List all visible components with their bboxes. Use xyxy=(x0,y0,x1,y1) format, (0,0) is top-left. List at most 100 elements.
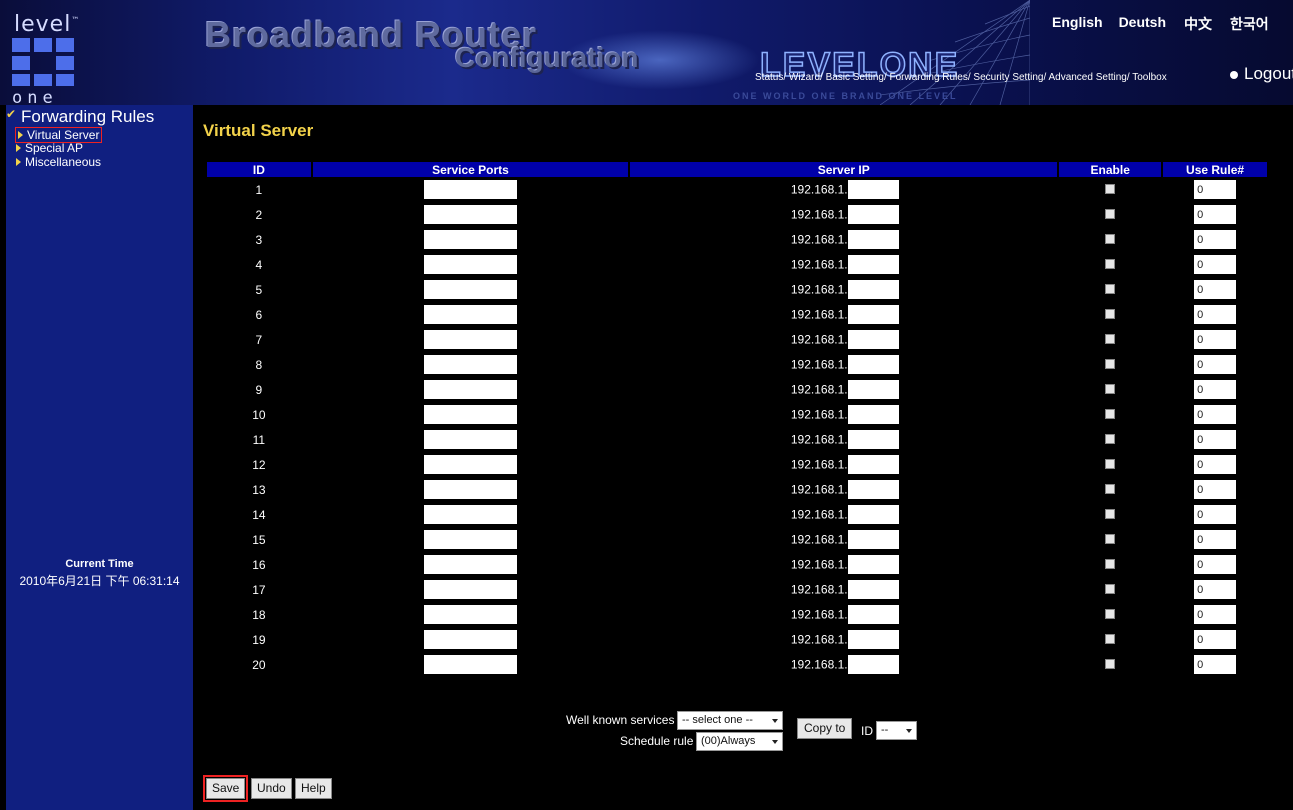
copy-id-select[interactable]: -- xyxy=(876,721,917,740)
use-rule-input[interactable] xyxy=(1194,430,1237,449)
lang-deutsch[interactable]: Deutsh xyxy=(1119,14,1166,34)
enable-checkbox[interactable] xyxy=(1105,558,1116,569)
use-rule-input[interactable] xyxy=(1194,205,1237,224)
ip-prefix: 192.168.1. xyxy=(790,482,848,497)
enable-checkbox[interactable] xyxy=(1105,508,1116,519)
server-ip-input[interactable] xyxy=(847,355,899,374)
logout-link[interactable]: Logout xyxy=(1230,64,1293,84)
server-ip-input[interactable] xyxy=(847,630,899,649)
use-rule-input[interactable] xyxy=(1194,230,1237,249)
enable-checkbox[interactable] xyxy=(1105,633,1116,644)
use-rule-input[interactable] xyxy=(1194,255,1237,274)
service-ports-input[interactable] xyxy=(423,630,517,649)
server-ip-input[interactable] xyxy=(847,255,899,274)
server-ip-input[interactable] xyxy=(847,330,899,349)
service-ports-input[interactable] xyxy=(423,230,517,249)
service-ports-input[interactable] xyxy=(423,405,517,424)
server-ip-input[interactable] xyxy=(847,655,899,674)
server-ip-input[interactable] xyxy=(847,555,899,574)
enable-checkbox[interactable] xyxy=(1105,308,1116,319)
help-button[interactable]: Help xyxy=(295,778,332,799)
undo-button[interactable]: Undo xyxy=(251,778,292,799)
sidebar-item-miscellaneous[interactable]: Miscellaneous xyxy=(16,155,101,169)
server-ip-input[interactable] xyxy=(847,405,899,424)
enable-checkbox[interactable] xyxy=(1105,483,1116,494)
server-ip-input[interactable] xyxy=(847,455,899,474)
service-ports-input[interactable] xyxy=(423,605,517,624)
use-rule-input[interactable] xyxy=(1194,580,1237,599)
service-ports-input[interactable] xyxy=(423,305,517,324)
enable-checkbox[interactable] xyxy=(1105,583,1116,594)
service-ports-input[interactable] xyxy=(423,205,517,224)
enable-checkbox[interactable] xyxy=(1105,283,1116,294)
enable-checkbox[interactable] xyxy=(1105,433,1116,444)
service-ports-input[interactable] xyxy=(423,355,517,374)
use-rule-input[interactable] xyxy=(1194,605,1237,624)
table-row: 4 192.168.1. xyxy=(207,252,1267,277)
use-rule-input[interactable] xyxy=(1194,380,1237,399)
use-rule-input[interactable] xyxy=(1194,480,1237,499)
service-ports-input[interactable] xyxy=(423,280,517,299)
service-ports-input[interactable] xyxy=(423,180,517,199)
use-rule-input[interactable] xyxy=(1194,505,1237,524)
server-ip-input[interactable] xyxy=(847,380,899,399)
use-rule-input[interactable] xyxy=(1194,330,1237,349)
enable-checkbox[interactable] xyxy=(1105,458,1116,469)
enable-checkbox[interactable] xyxy=(1105,333,1116,344)
server-ip-input[interactable] xyxy=(847,280,899,299)
use-rule-input[interactable] xyxy=(1194,655,1237,674)
enable-checkbox[interactable] xyxy=(1105,358,1116,369)
enable-checkbox[interactable] xyxy=(1105,383,1116,394)
server-ip-input[interactable] xyxy=(847,605,899,624)
server-ip-input[interactable] xyxy=(847,305,899,324)
server-ip-input[interactable] xyxy=(847,480,899,499)
service-ports-input[interactable] xyxy=(423,655,517,674)
server-ip-input[interactable] xyxy=(847,230,899,249)
lang-korean[interactable]: 한국어 xyxy=(1230,14,1269,34)
service-ports-input[interactable] xyxy=(423,480,517,499)
copy-to-button[interactable]: Copy to xyxy=(797,718,853,739)
well-known-services-select[interactable]: -- select one -- xyxy=(677,711,783,730)
service-ports-input[interactable] xyxy=(423,255,517,274)
service-ports-input[interactable] xyxy=(423,455,517,474)
save-button[interactable]: Save xyxy=(202,775,249,802)
server-ip-cell: 192.168.1. xyxy=(630,552,1057,577)
table-row: 16 192.168.1. xyxy=(207,552,1267,577)
sidebar-item-special-ap[interactable]: Special AP xyxy=(16,141,83,155)
use-rule-input[interactable] xyxy=(1194,530,1237,549)
enable-checkbox[interactable] xyxy=(1105,658,1116,669)
use-rule-input[interactable] xyxy=(1194,280,1237,299)
enable-checkbox[interactable] xyxy=(1105,408,1116,419)
server-ip-input[interactable] xyxy=(847,505,899,524)
server-ip-input[interactable] xyxy=(847,205,899,224)
service-ports-input[interactable] xyxy=(423,505,517,524)
enable-checkbox[interactable] xyxy=(1105,258,1116,269)
service-ports-input[interactable] xyxy=(423,530,517,549)
enable-checkbox[interactable] xyxy=(1105,533,1116,544)
top-nav[interactable]: Status/ Wizard/ Basic Setting/ Forwardin… xyxy=(755,72,1167,83)
service-ports-input[interactable] xyxy=(423,380,517,399)
service-ports-input[interactable] xyxy=(423,330,517,349)
schedule-rule-select[interactable]: (00)Always xyxy=(696,732,783,751)
server-ip-input[interactable] xyxy=(847,530,899,549)
use-rule-input[interactable] xyxy=(1194,455,1237,474)
use-rule-input[interactable] xyxy=(1194,355,1237,374)
use-rule-input[interactable] xyxy=(1194,405,1237,424)
use-rule-input[interactable] xyxy=(1194,180,1237,199)
server-ip-input[interactable] xyxy=(847,580,899,599)
service-ports-input[interactable] xyxy=(423,580,517,599)
service-ports-input[interactable] xyxy=(423,430,517,449)
server-ip-input[interactable] xyxy=(847,430,899,449)
use-rule-input[interactable] xyxy=(1194,630,1237,649)
lang-english[interactable]: English xyxy=(1052,14,1103,34)
lang-chinese[interactable]: 中文 xyxy=(1184,14,1212,34)
enable-checkbox[interactable] xyxy=(1105,233,1116,244)
use-rule-input[interactable] xyxy=(1194,555,1237,574)
server-ip-input[interactable] xyxy=(847,180,899,199)
enable-checkbox[interactable] xyxy=(1105,208,1116,219)
use-rule-input[interactable] xyxy=(1194,305,1237,324)
enable-checkbox[interactable] xyxy=(1105,183,1116,194)
server-ip-cell: 192.168.1. xyxy=(630,227,1057,252)
service-ports-input[interactable] xyxy=(423,555,517,574)
enable-checkbox[interactable] xyxy=(1105,608,1116,619)
